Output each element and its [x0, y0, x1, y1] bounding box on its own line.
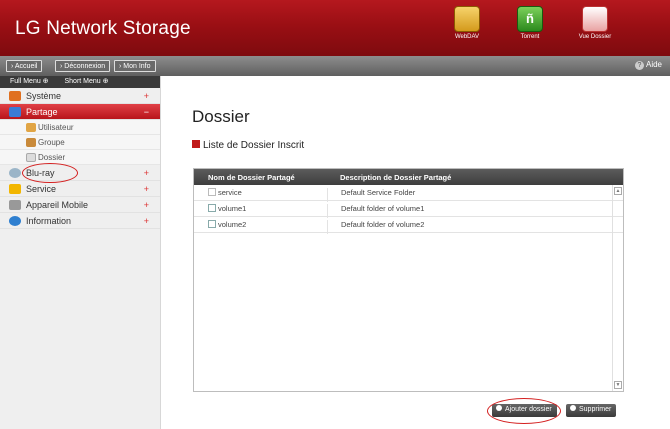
vue-dossier-label: Vue Dossier — [578, 34, 612, 40]
vue-dossier-button[interactable]: Vue Dossier — [570, 6, 620, 40]
shared-folder-table: Nom de Dossier Partagé Description de Do… — [193, 168, 624, 392]
brand-title: LG Network Storage — [15, 18, 191, 39]
sidebar: Full Menu ⊕ Short Menu ⊕ Système + Parta… — [0, 76, 161, 429]
torrent-label: Torrent — [520, 34, 540, 40]
bluray-icon — [9, 168, 21, 178]
help-icon: ? — [634, 61, 644, 70]
expand-icon: + — [143, 216, 149, 226]
sidebar-item-appareil-mobile[interactable]: Appareil Mobile + — [0, 197, 160, 213]
full-menu-toggle[interactable]: Full Menu ⊕ — [10, 78, 49, 85]
sidebar-subitem-label: Groupe — [38, 138, 65, 147]
sidebar-item-systeme[interactable]: Système + — [0, 88, 160, 104]
menu-mode-bar: Full Menu ⊕ Short Menu ⊕ — [0, 76, 160, 88]
expand-icon: + — [143, 184, 149, 194]
webdav-icon — [454, 6, 480, 32]
folder-description: Default folder of volume1 — [327, 204, 611, 218]
column-header-name: Nom de Dossier Partagé — [208, 173, 295, 182]
info-icon — [9, 216, 21, 226]
highlight-circle — [487, 398, 561, 424]
sidebar-item-label: Système — [26, 91, 62, 101]
sidebar-subitem-groupe[interactable]: Groupe — [0, 135, 160, 150]
sidebar-subitem-label: Dossier — [38, 153, 66, 162]
row-checkbox[interactable] — [208, 220, 216, 228]
folder-icon — [26, 153, 36, 162]
highlight-circle — [22, 163, 78, 183]
section-title: Liste de Dossier Inscrit — [192, 140, 304, 151]
share-icon — [9, 107, 21, 117]
expand-icon: + — [143, 91, 149, 101]
sidebar-subitem-label: Utilisateur — [38, 123, 74, 132]
user-icon — [26, 123, 36, 132]
help-link[interactable]: ? Aide — [634, 60, 662, 70]
bullet-arrow-icon — [192, 140, 200, 148]
vue-dossier-icon — [582, 6, 608, 32]
row-checkbox[interactable] — [208, 204, 216, 212]
help-label: Aide — [645, 60, 662, 69]
sidebar-item-label: Appareil Mobile — [26, 200, 89, 210]
webdav-button[interactable]: WebDAV — [442, 6, 492, 40]
sidebar-subitem-utilisateur[interactable]: Utilisateur — [0, 120, 160, 135]
torrent-icon: ñ — [517, 6, 543, 32]
row-checkbox[interactable] — [208, 188, 216, 196]
accueil-button[interactable]: › Accueil — [6, 60, 43, 72]
delete-bullet-icon — [570, 405, 576, 411]
service-icon — [9, 184, 21, 194]
sidebar-item-label: Information — [26, 216, 72, 226]
delete-label: Supprimer — [579, 406, 612, 413]
folder-name: volume1 — [218, 204, 247, 213]
webdav-label: WebDAV — [454, 34, 480, 40]
system-icon — [9, 91, 21, 101]
table-row[interactable]: service Default Service Folder — [194, 185, 623, 202]
sidebar-item-label: Service — [26, 184, 57, 194]
expand-icon: + — [143, 200, 149, 210]
sidebar-item-information[interactable]: Information + — [0, 213, 160, 229]
delete-button[interactable]: Supprimer — [566, 404, 617, 417]
table-header: Nom de Dossier Partagé Description de Do… — [194, 169, 623, 185]
folder-name: service — [218, 188, 242, 197]
table-row[interactable]: volume1 Default folder of volume1 — [194, 201, 623, 218]
sidebar-item-service[interactable]: Service + — [0, 181, 160, 197]
table-row[interactable]: volume2 Default folder of volume2 — [194, 217, 623, 234]
scroll-down-icon[interactable]: ▼ — [614, 381, 622, 389]
sidebar-subitem-dossier[interactable]: Dossier — [0, 150, 160, 165]
column-header-description: Description de Dossier Partagé — [340, 173, 452, 182]
torrent-button[interactable]: ñ Torrent — [505, 6, 555, 40]
table-scrollbar[interactable]: ▲ ▼ — [612, 185, 623, 391]
sidebar-item-label: Partage — [26, 107, 58, 117]
expand-icon: + — [143, 168, 149, 178]
short-menu-toggle[interactable]: Short Menu ⊕ — [65, 78, 109, 85]
deconnexion-button[interactable]: › Déconnexion — [55, 60, 111, 72]
folder-name: volume2 — [218, 220, 247, 229]
scroll-up-icon[interactable]: ▲ — [614, 187, 622, 195]
page-title: Dossier — [192, 107, 250, 126]
app-header: LG Network Storage WebDAV ñ Torrent Vue … — [0, 0, 670, 56]
folder-description: Default Service Folder — [327, 188, 611, 202]
sidebar-item-partage[interactable]: Partage − — [0, 104, 160, 120]
top-toolbar: › Accueil › Déconnexion › Mon Info ? Aide — [0, 56, 670, 76]
section-title-text: Liste de Dossier Inscrit — [203, 140, 305, 151]
mon-info-button[interactable]: › Mon Info — [114, 60, 156, 72]
mobile-device-icon — [9, 200, 21, 210]
collapse-icon: − — [143, 107, 149, 117]
group-icon — [26, 138, 36, 147]
folder-description: Default folder of volume2 — [327, 220, 611, 234]
